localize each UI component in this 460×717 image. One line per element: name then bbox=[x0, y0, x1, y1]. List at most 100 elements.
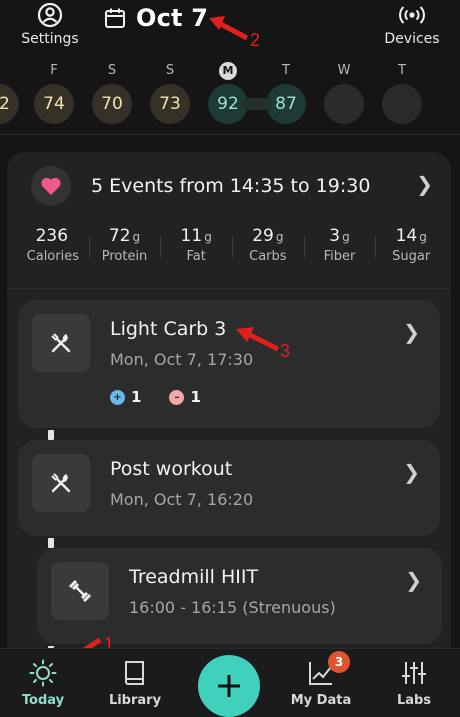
nav-today[interactable]: Today bbox=[3, 659, 83, 708]
badge-item: + 1 bbox=[110, 388, 141, 406]
day-letter: M bbox=[219, 62, 237, 80]
week-strip: 72 F 74 S 70 S 73 M 92 T 87 W T bbox=[0, 62, 460, 132]
event-icon-box bbox=[32, 454, 90, 512]
event-card[interactable]: Light Carb 3 Mon, Oct 7, 17:30 ❯ + 1 – 1 bbox=[18, 300, 440, 428]
chevron-right-icon[interactable]: ❯ bbox=[403, 460, 420, 484]
plus-circle-icon: + bbox=[110, 389, 125, 405]
macro-name: Protein bbox=[101, 249, 148, 264]
event-title: Post workout bbox=[110, 458, 233, 480]
day-score: 74 bbox=[34, 84, 74, 124]
macro-carbs: 29 g Carbs bbox=[232, 226, 304, 274]
annotation-arrow-icon bbox=[209, 16, 249, 41]
day-item-today[interactable]: M 92 bbox=[207, 62, 249, 124]
heart-badge bbox=[31, 166, 71, 206]
fork-knife-icon bbox=[51, 473, 71, 493]
timeline-connector bbox=[48, 538, 54, 548]
macro-unit: g bbox=[419, 230, 427, 244]
macro-fiber: 3g Fiber bbox=[303, 226, 376, 274]
settings-button[interactable]: Settings bbox=[18, 2, 82, 47]
day-score: 72 bbox=[0, 84, 19, 124]
settings-label: Settings bbox=[21, 31, 79, 47]
day-letter: S bbox=[107, 63, 117, 78]
streak-connector bbox=[244, 98, 270, 110]
day-summary-card: 5 Events from 14:35 to 19:30 ❯ 236 Calor… bbox=[7, 152, 451, 717]
macro-value: 14 bbox=[395, 226, 418, 246]
annotation-arrow-icon bbox=[236, 327, 280, 352]
day-score: 70 bbox=[92, 84, 132, 124]
events-summary-row[interactable]: 5 Events from 14:35 to 19:30 bbox=[31, 166, 441, 206]
sun-icon bbox=[29, 659, 57, 687]
fork-knife-icon bbox=[51, 333, 71, 353]
nav-label: My Data bbox=[290, 693, 352, 708]
chevron-right-icon[interactable]: ❯ bbox=[405, 568, 422, 592]
calendar-icon bbox=[105, 8, 125, 28]
user-circle-icon bbox=[37, 2, 63, 28]
chevron-right-icon[interactable]: ❯ bbox=[403, 320, 420, 344]
day-letter: T bbox=[398, 63, 406, 78]
chevron-right-icon[interactable]: ❯ bbox=[416, 172, 433, 196]
events-summary-text: 5 Events from 14:35 to 19:30 bbox=[91, 175, 371, 197]
day-item[interactable]: S 73 bbox=[149, 62, 191, 124]
day-letter: S bbox=[165, 63, 175, 78]
macro-calories: 236 Calories bbox=[17, 226, 89, 274]
day-score: 87 bbox=[266, 84, 306, 124]
day-item[interactable]: S 70 bbox=[91, 62, 133, 124]
day-item[interactable]: T bbox=[381, 62, 423, 124]
macro-value: 72 bbox=[108, 226, 131, 246]
event-subtitle: Mon, Oct 7, 17:30 bbox=[110, 350, 254, 369]
event-title: Light Carb 3 bbox=[110, 318, 227, 340]
day-item[interactable]: F 74 bbox=[33, 62, 75, 124]
header-divider bbox=[0, 134, 460, 135]
macro-name: Carbs bbox=[249, 249, 287, 264]
event-badges: + 1 – 1 bbox=[110, 388, 229, 406]
macro-fat: 11 g Fat bbox=[160, 226, 232, 274]
macro-protein: 72 g Protein bbox=[88, 226, 161, 274]
macro-unit: g bbox=[132, 230, 141, 244]
annotation-label: 3 bbox=[280, 341, 291, 361]
event-card[interactable]: Post workout Mon, Oct 7, 16:20 ❯ bbox=[18, 440, 440, 536]
macro-sugar: 14 g Sugar bbox=[375, 226, 447, 274]
macro-value: 236 bbox=[35, 226, 69, 246]
event-card[interactable]: Treadmill HIIT 16:00 - 16:15 (Strenuous)… bbox=[37, 548, 442, 644]
nav-library[interactable]: Library bbox=[95, 659, 175, 708]
nav-labs[interactable]: Labs bbox=[374, 659, 454, 708]
event-subtitle: 16:00 - 16:15 (Strenuous) bbox=[129, 598, 336, 617]
day-item[interactable]: W bbox=[323, 62, 365, 124]
day-letter: F bbox=[50, 63, 58, 78]
macro-name: Calories bbox=[26, 249, 79, 264]
day-item[interactable]: T 87 bbox=[265, 62, 307, 124]
macro-name: Fat bbox=[186, 249, 206, 264]
macro-name: Fiber bbox=[323, 249, 356, 264]
plus-icon bbox=[218, 675, 240, 697]
annotation-label: 2 bbox=[250, 30, 261, 50]
macro-unit: g bbox=[342, 230, 350, 244]
devices-label: Devices bbox=[384, 31, 440, 47]
badge-count: 1 bbox=[190, 388, 201, 406]
day-score bbox=[382, 84, 422, 124]
heart-icon bbox=[41, 177, 61, 195]
sliders-icon bbox=[402, 662, 426, 684]
nav-label: Labs bbox=[396, 693, 432, 708]
add-button[interactable] bbox=[198, 655, 260, 717]
date-picker-button[interactable]: Oct 7 bbox=[104, 2, 208, 34]
macro-value: 29 bbox=[252, 226, 274, 246]
card-divider bbox=[7, 288, 451, 289]
day-score bbox=[324, 84, 364, 124]
badge-count: 1 bbox=[131, 388, 142, 406]
day-score: 92 bbox=[208, 84, 248, 124]
macro-name: Sugar bbox=[392, 249, 431, 264]
macro-value: 3 bbox=[329, 226, 341, 246]
devices-button[interactable]: Devices bbox=[380, 2, 444, 47]
badge-item: – 1 bbox=[169, 388, 201, 406]
day-score: 73 bbox=[150, 84, 190, 124]
macro-totals: 236 Calories 72 g Protein 11 g Fat 29 g Car… bbox=[17, 226, 447, 274]
day-letter: W bbox=[337, 63, 351, 78]
nav-label: Library bbox=[108, 693, 162, 708]
event-icon-box bbox=[32, 314, 90, 372]
timeline-connector bbox=[48, 430, 54, 440]
event-subtitle: Mon, Oct 7, 16:20 bbox=[110, 490, 254, 509]
day-item[interactable]: 72 bbox=[0, 62, 20, 124]
dumbbell-icon bbox=[68, 579, 92, 603]
event-title: Treadmill HIIT bbox=[129, 566, 259, 588]
current-date: Oct 7 bbox=[136, 4, 209, 32]
